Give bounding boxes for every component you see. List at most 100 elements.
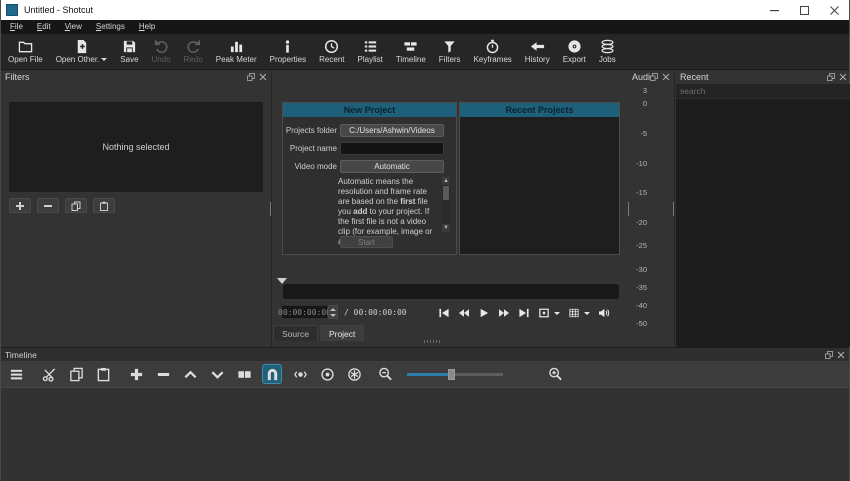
properties-button[interactable]: Properties [267,38,309,65]
close-panel-icon[interactable] [662,73,670,81]
project-name-label: Project name [289,143,337,153]
menu-settings[interactable]: Settings [89,20,132,34]
remove-filter-button[interactable] [37,198,59,213]
lift-button[interactable] [181,364,199,384]
split-button[interactable] [235,364,253,384]
minus-icon [44,204,52,207]
volume-button[interactable] [598,308,610,318]
start-button[interactable]: Start [340,236,393,248]
append-button[interactable] [127,364,145,384]
zoom-out-button[interactable] [376,364,394,384]
close-panel-icon[interactable] [259,73,267,81]
skip-next-button[interactable] [518,308,530,318]
player-tabs: Source Project [273,325,366,341]
float-panel-icon[interactable] [827,73,835,81]
paste-button[interactable] [94,364,112,384]
add-filter-button[interactable] [9,198,31,213]
timeline-menu-button[interactable] [7,364,25,384]
float-panel-icon[interactable] [825,350,833,359]
filters-button[interactable]: Filters [436,38,464,65]
timeline-button[interactable]: Timeline [393,38,429,65]
zoom-slider-handle[interactable] [448,369,456,380]
ripple-toggle-button[interactable] [318,364,336,384]
grid-button[interactable] [568,308,590,318]
save-button[interactable]: Save [117,38,141,65]
overwrite-button[interactable] [208,364,226,384]
ripple-delete-button[interactable] [154,364,172,384]
menu-edit[interactable]: Edit [30,20,58,34]
maximize-button[interactable] [789,0,819,20]
minimize-button[interactable] [759,0,789,20]
projects-folder-label: Projects folder [285,125,337,135]
snap-toggle-button[interactable] [262,364,282,384]
tab-project[interactable]: Project [319,325,365,341]
video-mode-button[interactable]: Automatic [340,159,444,173]
zoom-in-button[interactable] [546,364,564,384]
splitter-grip[interactable] [628,202,629,216]
new-project-panel: New Project Projects folder C:/Users/Ash… [282,102,457,255]
menu-file[interactable]: File [3,20,30,34]
splitter-grip[interactable] [270,202,271,216]
ripple-all-tracks-button[interactable] [345,364,363,384]
project-name-input[interactable] [340,141,444,155]
rewind-button[interactable] [458,308,470,318]
paste-filters-button[interactable] [93,198,115,213]
undo-button[interactable]: Undo [149,38,174,65]
audio-scale-label: -30 [636,265,647,274]
jobs-button[interactable]: Jobs [596,38,619,65]
copy-filters-button[interactable] [65,198,87,213]
float-panel-icon[interactable] [650,73,658,81]
audio-scale-label: -5 [640,129,647,138]
peak-meter-button[interactable]: Peak Meter [213,38,260,65]
open-other-button[interactable]: Open Other. [53,38,111,65]
close-button[interactable] [819,0,849,20]
position-spinner[interactable] [328,305,338,319]
menu-help[interactable]: Help [132,20,162,34]
recent-files-list[interactable] [676,99,850,347]
description-scrollbar[interactable]: ▲ ▼ [442,177,450,232]
open-file-button[interactable]: Open File [5,38,46,65]
keyframes-button[interactable]: Keyframes [471,38,515,65]
scrub-while-dragging-button[interactable] [291,364,309,384]
timeline-zoom-slider[interactable] [407,368,503,380]
scroll-up-icon[interactable]: ▲ [442,177,450,185]
play-button[interactable] [478,308,490,318]
recent-button[interactable]: Recent [316,38,347,65]
timeline-tracks-area[interactable] [1,387,849,481]
clock-icon [325,39,339,54]
dropdown-caret-icon [554,311,560,315]
seek-bar[interactable] [283,284,619,299]
audio-scale-label: -20 [636,218,647,227]
float-panel-icon[interactable] [247,73,255,81]
export-button[interactable]: Export [560,38,589,65]
recent-search-input[interactable] [676,84,850,99]
timeline-panel: Timeline [1,347,849,481]
close-panel-icon[interactable] [839,73,847,81]
magnet-icon [267,368,277,380]
fast-forward-button[interactable] [498,308,510,318]
horizontal-splitter-grip[interactable] [424,340,440,343]
tab-source[interactable]: Source [273,325,318,341]
list-icon [364,41,376,52]
redo-button[interactable]: Redo [181,38,206,65]
splitter-grip[interactable] [673,202,674,216]
scroll-thumb[interactable] [443,186,449,200]
audio-scale-label: -25 [636,241,647,250]
main-toolbar: Open File Open Other. Save Undo Redo Pea… [1,34,849,70]
copy-button[interactable] [67,364,85,384]
zoom-fit-button[interactable] [538,308,560,318]
playlist-button[interactable]: Playlist [355,38,386,65]
current-position-field[interactable]: 00:00:00:00 [278,305,331,319]
skip-previous-button[interactable] [438,308,450,318]
menu-view[interactable]: View [58,20,89,34]
close-panel-icon[interactable] [837,351,845,359]
scroll-down-icon[interactable]: ▼ [442,224,450,232]
recent-panel-header: Recent [676,70,850,84]
audio-scale-label: -35 [636,283,647,292]
projects-folder-button[interactable]: C:/Users/Ashwin/Videos [340,123,444,137]
audio-scale-label: 3 [642,86,647,95]
scissors-icon [42,367,55,382]
open-file-icon [18,41,33,53]
history-button[interactable]: History [522,38,553,65]
cut-button[interactable] [40,364,58,384]
